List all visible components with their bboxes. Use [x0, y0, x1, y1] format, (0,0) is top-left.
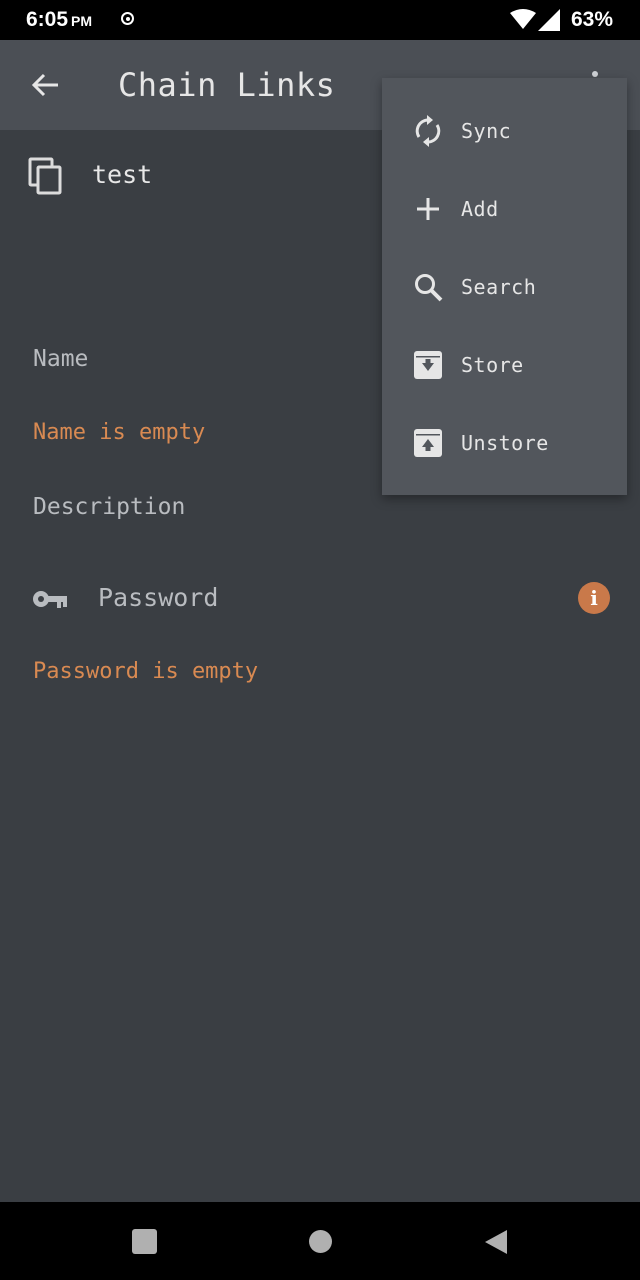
status-time-value: 6:05	[26, 8, 69, 31]
battery-level: 63%	[571, 8, 614, 31]
back-arrow-icon[interactable]	[30, 70, 60, 100]
add-icon	[417, 198, 439, 220]
status-time: 6:05 PM	[26, 8, 92, 32]
sync-icon	[415, 115, 441, 147]
password-field[interactable]: Password	[98, 583, 218, 612]
key-icon	[33, 591, 67, 608]
home-icon[interactable]	[309, 1230, 332, 1253]
menu-item-store-label: Store	[461, 353, 524, 377]
overflow-menu-icon[interactable]	[592, 71, 598, 77]
search-icon	[415, 274, 443, 302]
name-error-text: Name is empty	[33, 420, 206, 445]
menu-item-sync-label: Sync	[461, 119, 512, 143]
archive-down-icon	[414, 351, 442, 379]
copy-icon[interactable]	[28, 157, 62, 195]
nav-back-icon[interactable]	[483, 1228, 509, 1256]
overflow-menu: Sync Add Search Store Unstore	[382, 78, 627, 495]
signal-icon	[538, 9, 560, 31]
menu-item-add[interactable]: Add	[382, 170, 627, 248]
name-field[interactable]: Name	[33, 346, 88, 372]
description-field[interactable]: Description	[33, 494, 185, 520]
menu-item-add-label: Add	[461, 197, 499, 221]
info-icon[interactable]: i	[578, 582, 610, 614]
password-error-text: Password is empty	[33, 659, 259, 684]
recents-icon[interactable]	[132, 1229, 157, 1254]
menu-item-store[interactable]: Store	[382, 326, 627, 404]
menu-item-unstore-label: Unstore	[461, 431, 549, 455]
system-nav-bar	[0, 1202, 640, 1280]
status-bar: 6:05 PM 63%	[0, 0, 640, 40]
item-name[interactable]: test	[92, 160, 152, 189]
menu-item-unstore[interactable]: Unstore	[382, 404, 627, 482]
menu-item-search[interactable]: Search	[382, 248, 627, 326]
location-indicator-icon	[121, 12, 134, 25]
status-ampm: PM	[71, 13, 93, 29]
menu-item-search-label: Search	[461, 275, 537, 299]
wifi-icon	[510, 9, 536, 29]
menu-item-sync[interactable]: Sync	[382, 92, 627, 170]
archive-up-icon	[414, 429, 442, 457]
page-title: Chain Links	[118, 66, 336, 104]
